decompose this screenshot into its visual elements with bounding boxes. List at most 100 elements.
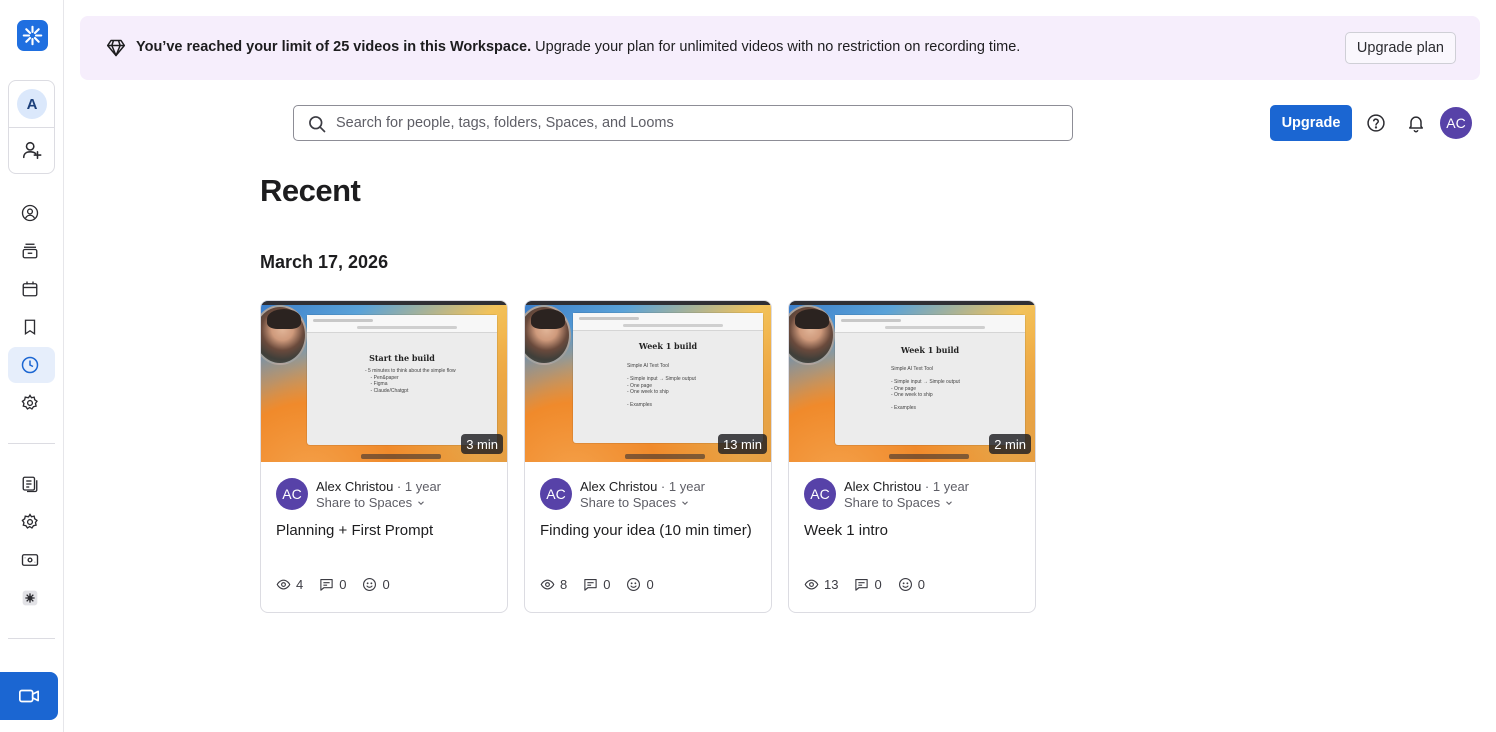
share-to-spaces[interactable]: Share to Spaces [580, 495, 690, 510]
meta-separator: · [393, 479, 405, 494]
thumbnail-text: Simple AI Text Tool - Simple input → Sim… [627, 363, 696, 408]
banner-message: You’ve reached your limit of 25 videos i… [136, 39, 1020, 55]
workspace-avatar[interactable]: A [17, 89, 47, 119]
thumbnail-toolbar [835, 315, 1025, 333]
video-thumbnail[interactable]: Week 1 build Simple AI Text Tool - Simpl… [525, 301, 771, 462]
thumbnail-text: - 5 minutes to think about the simple fl… [365, 368, 456, 394]
share-to-spaces[interactable]: Share to Spaces [316, 495, 426, 510]
video-meta: Alex Christou · 1 year [316, 479, 441, 494]
search-input[interactable] [336, 106, 1056, 140]
facecam-avatar [525, 305, 571, 365]
calendar-icon[interactable] [19, 278, 41, 300]
thumbnail-menubar [525, 301, 771, 305]
eye-icon [804, 579, 819, 590]
my-videos-icon[interactable] [19, 202, 41, 224]
clock-icon[interactable] [19, 354, 41, 376]
thumbnail-dock [625, 454, 705, 459]
comments-stat[interactable]: 0 [854, 577, 882, 592]
meta-separator: · [921, 479, 933, 494]
settings-icon[interactable] [19, 392, 41, 414]
thumbnail-text: Simple AI Text Tool - Simple input → Sim… [891, 366, 960, 411]
eye-icon [540, 579, 555, 590]
banner-text: Upgrade your plan for unlimited videos w… [531, 39, 1021, 55]
record-button[interactable] [0, 672, 58, 720]
search-bar [293, 105, 1073, 141]
sidebar-divider [8, 443, 55, 444]
thumbnail-toolbar [307, 315, 497, 333]
loom-logo-icon[interactable] [17, 20, 48, 51]
help-icon[interactable] [1365, 112, 1387, 134]
chevron-down-icon [682, 500, 689, 505]
reactions-count: 0 [646, 577, 654, 592]
reactions-count: 0 [917, 577, 925, 592]
notes-icon[interactable] [19, 473, 41, 495]
video-card[interactable]: Start the build - 5 minutes to think abo… [260, 300, 508, 613]
duration-badge: 13 min [717, 434, 767, 454]
video-title[interactable]: Planning + First Prompt [276, 522, 433, 539]
video-age: 1 year [932, 479, 970, 494]
video-thumbnail[interactable]: Start the build - 5 minutes to think abo… [261, 301, 507, 462]
add-user-icon[interactable] [21, 139, 43, 161]
meta-separator: · [657, 479, 669, 494]
duration-badge: 3 min [461, 434, 503, 454]
library-icon[interactable] [19, 240, 41, 262]
smiley-icon [627, 578, 641, 591]
upgrade-button[interactable]: Upgrade [1270, 105, 1352, 141]
video-title[interactable]: Finding your idea (10 min timer) [540, 522, 752, 539]
bell-icon[interactable] [1405, 112, 1427, 134]
video-meta: Alex Christou · 1 year [844, 479, 969, 494]
thumbnail-heading: Week 1 build [638, 341, 698, 351]
author-name: Alex Christou [316, 479, 394, 494]
video-stats: 4 0 0 [276, 577, 406, 592]
limit-banner: You’ve reached your limit of 25 videos i… [80, 16, 1480, 80]
share-label: Share to Spaces [316, 495, 413, 510]
workspace-switcher: A [8, 80, 55, 174]
comment-icon [855, 578, 869, 591]
chevron-down-icon [418, 500, 425, 505]
facecam-avatar [261, 305, 307, 365]
search-icon [307, 114, 327, 134]
video-title[interactable]: Week 1 intro [804, 522, 888, 539]
thumbnail-heading: Week 1 build [900, 345, 960, 355]
apps-icon[interactable] [19, 587, 41, 609]
views-count: 4 [296, 577, 304, 592]
thumbnail-screen: Start the build - 5 minutes to think abo… [307, 315, 497, 445]
banner-bold-text: You’ve reached your limit of 25 videos i… [136, 39, 532, 55]
share-label: Share to Spaces [844, 495, 941, 510]
workspace-divider [9, 127, 54, 128]
comment-icon [584, 578, 597, 591]
share-to-spaces[interactable]: Share to Spaces [844, 495, 954, 510]
video-card[interactable]: Week 1 build Simple AI Text Tool - Simpl… [524, 300, 772, 613]
user-avatar[interactable]: AC [1440, 107, 1472, 139]
reactions-stat[interactable]: 0 [898, 577, 925, 592]
reactions-stat[interactable]: 0 [626, 577, 654, 592]
chevron-down-icon [946, 500, 953, 505]
share-label: Share to Spaces [580, 495, 677, 510]
date-heading: March 17, 2026 [260, 252, 389, 272]
upgrade-plan-button[interactable]: Upgrade plan [1344, 32, 1456, 64]
video-card[interactable]: Week 1 build Simple AI Text Tool - Simpl… [788, 300, 1036, 613]
comments-stat[interactable]: 0 [583, 577, 610, 592]
video-meta: Alex Christou · 1 year [580, 479, 705, 494]
bookmark-icon[interactable] [19, 316, 41, 338]
thumbnail-toolbar [573, 313, 763, 331]
video-stats: 13 0 0 [804, 577, 941, 592]
eye-icon [276, 579, 291, 590]
video-thumbnail[interactable]: Week 1 build Simple AI Text Tool - Simpl… [789, 301, 1035, 462]
thumbnail-dock [889, 454, 969, 459]
billing-icon[interactable] [19, 549, 41, 571]
gear-icon[interactable] [19, 511, 41, 533]
author-avatar: AC [804, 478, 836, 510]
comments-stat[interactable]: 0 [319, 577, 346, 592]
thumbnail-screen: Week 1 build Simple AI Text Tool - Simpl… [835, 315, 1025, 445]
camera-icon [19, 689, 39, 703]
views-count: 13 [824, 577, 839, 592]
reactions-stat[interactable]: 0 [362, 577, 390, 592]
page-title: Recent [260, 173, 361, 208]
video-stats: 8 0 0 [540, 577, 670, 592]
thumbnail-menubar [261, 301, 507, 305]
smiley-icon [898, 578, 912, 591]
diamond-icon [106, 38, 126, 58]
comments-count: 0 [874, 577, 882, 592]
thumbnail-dock [361, 454, 441, 459]
